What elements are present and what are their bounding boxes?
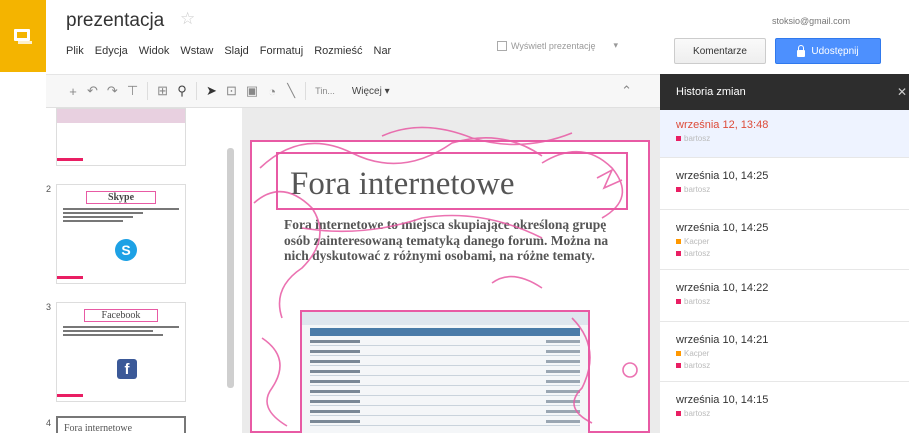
more-menu[interactable]: Więcej ▾ (352, 86, 390, 97)
lock-icon (797, 44, 806, 57)
revision-item[interactable]: września 10, 14:22 bartosz (660, 270, 909, 322)
redo-icon[interactable]: ↷ (107, 83, 118, 99)
revision-author: bartosz (676, 249, 909, 258)
toolbar: + ↶ ↷ ⊤ ⊞ ⚲ ➤ ⊡ ▣ ◔ ╲ Tin... Więcej ▾ ⌃ (46, 74, 660, 108)
comments-button[interactable]: Komentarze (674, 38, 766, 64)
menu-file[interactable]: Plik (66, 45, 84, 57)
revision-author: bartosz (676, 134, 909, 143)
shape-icon[interactable]: ◔ (267, 84, 277, 99)
share-button[interactable]: Udostępnij (775, 38, 881, 64)
present-checkbox[interactable] (497, 40, 507, 51)
current-slide[interactable]: Fora internetowe Fora internetowe to mie… (250, 140, 650, 433)
toolbar-divider (305, 82, 307, 100)
slide-thumbnail-title: Fora internetowe (64, 423, 133, 433)
forum-screenshot-image[interactable] (300, 310, 590, 433)
close-icon[interactable]: ✕ (897, 85, 907, 99)
slide-thumbnail[interactable]: Facebook f (56, 302, 186, 402)
present-label: Wyświetl prezentację (511, 40, 596, 51)
skype-icon: S (115, 239, 137, 261)
revision-author: Kacper (676, 237, 909, 246)
user-email[interactable]: stoksio@gmail.com (772, 16, 850, 26)
revision-time: września 10, 14:22 (676, 282, 769, 294)
select-cursor-icon[interactable]: ➤ (206, 83, 217, 99)
menu-edit[interactable]: Edycja (95, 45, 128, 57)
slide-body-text[interactable]: Fora internetowe to miejsca skupiające o… (284, 217, 622, 264)
toolbar-divider (196, 82, 198, 100)
document-title[interactable]: prezentacja (66, 10, 164, 32)
revision-item[interactable]: września 10, 14:25 bartosz (660, 158, 909, 210)
menu-tools[interactable]: Nar (374, 45, 392, 57)
menu-arrange[interactable]: Rozmieść (314, 45, 362, 57)
revision-author: bartosz (676, 185, 909, 194)
menu-format[interactable]: Formatuj (260, 45, 303, 57)
slide-filmstrip: 2 Skype S 3 Facebook f 4 Fora internetow… (46, 108, 242, 433)
slide-thumbnail-title: Skype (86, 191, 156, 204)
slide-title: Fora internetowe (290, 166, 515, 202)
revision-author: bartosz (676, 297, 909, 306)
slide-thumbnail[interactable] (56, 108, 186, 166)
slide-number: 3 (46, 302, 52, 312)
history-header: Historia zmian ✕ (660, 74, 909, 110)
slide-thumbnail[interactable]: Skype S (56, 184, 186, 284)
slide-thumbnail-selected[interactable]: Fora internetowe (56, 416, 186, 433)
revision-time: września 10, 14:15 (676, 394, 769, 406)
slide-number: 4 (46, 418, 52, 428)
slide-thumbnail-title: Facebook (84, 309, 158, 322)
share-label: Udostępnij (811, 45, 859, 57)
menu-view[interactable]: Widok (139, 45, 170, 57)
menu-slide[interactable]: Slajd (224, 45, 248, 57)
revision-item[interactable]: września 10, 14:25 Kacper bartosz (660, 210, 909, 270)
menu-insert[interactable]: Wstaw (180, 45, 213, 57)
star-icon[interactable]: ☆ (180, 9, 195, 29)
menu-bar: Plik Edycja Widok Wstaw Slajd Formatuj R… (66, 45, 391, 57)
revision-item[interactable]: września 10, 14:21 Kacper bartosz (660, 322, 909, 382)
revision-time: września 12, 13:48 (676, 119, 769, 131)
history-title: Historia zmian (676, 86, 746, 98)
revision-time: września 10, 14:25 (676, 222, 769, 234)
paint-format-icon[interactable]: ⊤ (127, 83, 138, 99)
add-icon[interactable]: + (68, 84, 78, 99)
zoom-icon[interactable]: ⚲ (177, 83, 187, 99)
revision-time: września 10, 14:21 (676, 334, 769, 346)
revision-author: Kacper (676, 349, 909, 358)
font-select[interactable]: Tin... (315, 86, 335, 96)
line-icon[interactable]: ╲ (286, 83, 296, 99)
slides-logo-icon[interactable] (0, 0, 46, 72)
revision-list: września 12, 13:48 bartosz września 10, … (660, 110, 909, 433)
revision-author: bartosz (676, 361, 909, 370)
chevron-down-icon[interactable]: ▾ (613, 40, 618, 51)
slide-number: 2 (46, 184, 52, 194)
filmstrip-scrollbar[interactable] (227, 148, 234, 388)
text-box-icon[interactable]: ⊡ (226, 83, 237, 99)
revision-time: września 10, 14:25 (676, 170, 769, 182)
present-control[interactable]: Wyświetl prezentację ▾ (497, 40, 618, 51)
zoom-fit-icon[interactable]: ⊞ (157, 83, 168, 99)
revision-item[interactable]: września 12, 13:48 bartosz (660, 110, 909, 158)
image-icon[interactable]: ▣ (246, 83, 258, 99)
undo-icon[interactable]: ↶ (87, 83, 98, 99)
toolbar-divider (147, 82, 149, 100)
collapse-icon[interactable]: ⌃ (621, 83, 632, 99)
revision-author: bartosz (676, 409, 909, 418)
revision-item[interactable]: września 10, 14:15 bartosz (660, 382, 909, 433)
facebook-icon: f (117, 359, 137, 379)
